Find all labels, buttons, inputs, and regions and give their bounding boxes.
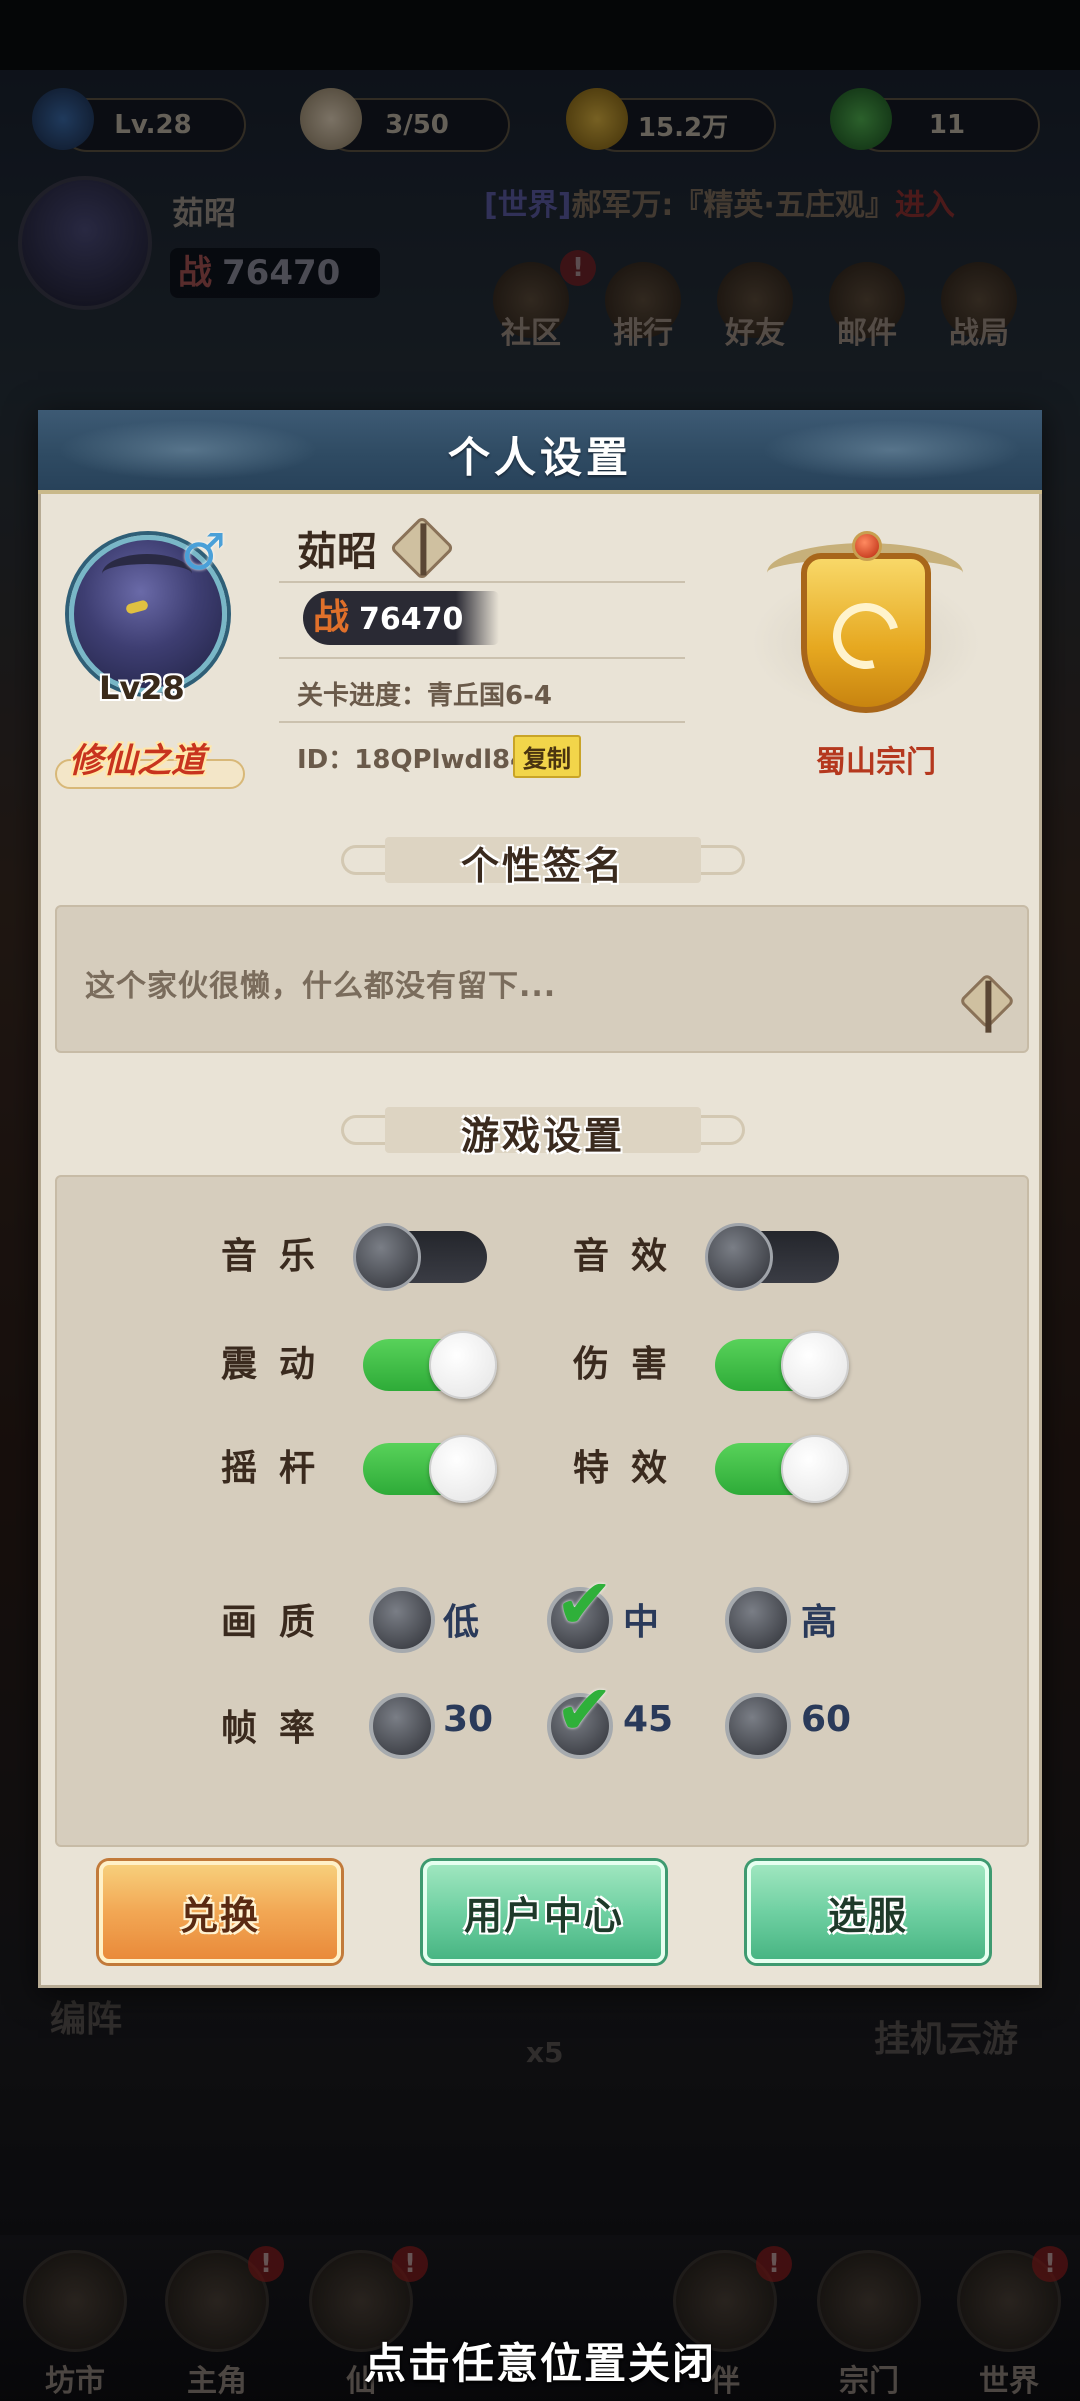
- sect-emblem[interactable]: [751, 513, 981, 743]
- damage-toggle[interactable]: [715, 1331, 849, 1399]
- sect-name: 蜀山宗门: [816, 745, 936, 780]
- quality-high-label: 高: [801, 1602, 838, 1643]
- effects-label: 特效: [573, 1448, 690, 1489]
- quality-low-radio[interactable]: [369, 1587, 435, 1653]
- panel-title: 个人设置: [447, 433, 632, 482]
- profile-name: 茹昭: [297, 529, 377, 575]
- user-center-button[interactable]: 用户中心: [423, 1861, 665, 1963]
- redeem-button[interactable]: 兑换: [99, 1861, 341, 1963]
- vibration-toggle[interactable]: [363, 1331, 497, 1399]
- music-label: 音乐: [221, 1236, 338, 1277]
- quality-mid-radio[interactable]: ✔: [547, 1569, 614, 1653]
- joystick-toggle[interactable]: [363, 1435, 497, 1503]
- vibration-label: 震动: [221, 1344, 338, 1385]
- quality-mid-label: 中: [623, 1602, 660, 1643]
- fps-30-label: 30: [443, 1699, 494, 1740]
- quality-high-radio[interactable]: [725, 1587, 791, 1653]
- effects-toggle[interactable]: [715, 1435, 849, 1503]
- profile-level: Lv28: [99, 669, 185, 707]
- close-hint: 点击任意位置关闭: [363, 2339, 716, 2388]
- fps-60-label: 60: [801, 1699, 852, 1740]
- quality-label: 画质: [221, 1602, 338, 1643]
- joystick-label: 摇杆: [221, 1448, 338, 1489]
- stage-progress: 关卡进度：青丘国6-4: [297, 681, 552, 711]
- quality-low-label: 低: [443, 1602, 480, 1643]
- damage-label: 伤害: [573, 1344, 690, 1385]
- xiuxian-badge[interactable]: 修仙之道: [55, 731, 245, 795]
- male-gender-icon: ♂: [181, 523, 226, 581]
- fps-45-radio[interactable]: ✔: [547, 1675, 614, 1759]
- checkmark-icon: ✔: [555, 1669, 614, 1751]
- game-settings-section-header: 游戏设置: [341, 1103, 745, 1158]
- personal-settings-panel: 个人设置 ♂ Lv28 修仙之道 茹昭 战 76470 关卡进度：青丘国6-4 I…: [38, 410, 1042, 1988]
- fps-30-radio[interactable]: [369, 1693, 435, 1759]
- divider: [279, 581, 685, 583]
- sfx-label: 音效: [573, 1236, 690, 1277]
- divider: [279, 721, 685, 723]
- profile-power: 战 76470: [303, 591, 499, 645]
- copy-id-button[interactable]: 复制: [513, 735, 581, 778]
- signature-text: 这个家伙很懒，什么都没有留下...: [85, 969, 557, 1004]
- signature-section-header: 个性签名: [341, 833, 745, 888]
- sfx-toggle[interactable]: [705, 1223, 839, 1291]
- fps-45-label: 45: [623, 1699, 674, 1740]
- game-settings-box: 音乐 音效 震动 伤害 摇杆 特效 画质 低 ✔ 中 高 帧率 30 ✔ 45 …: [55, 1175, 1029, 1847]
- select-server-button[interactable]: 选服: [747, 1861, 989, 1963]
- divider: [279, 657, 685, 659]
- signature-box[interactable]: 这个家伙很懒，什么都没有留下...: [55, 905, 1029, 1053]
- checkmark-icon: ✔: [555, 1563, 614, 1645]
- music-toggle[interactable]: [353, 1223, 487, 1291]
- panel-header: 个人设置: [38, 410, 1042, 494]
- player-id: ID：18QPlwdl84: [297, 745, 529, 775]
- fps-60-radio[interactable]: [725, 1693, 791, 1759]
- edit-signature-icon[interactable]: [958, 972, 1016, 1030]
- fps-label: 帧率: [221, 1708, 338, 1749]
- edit-name-icon[interactable]: [389, 515, 455, 581]
